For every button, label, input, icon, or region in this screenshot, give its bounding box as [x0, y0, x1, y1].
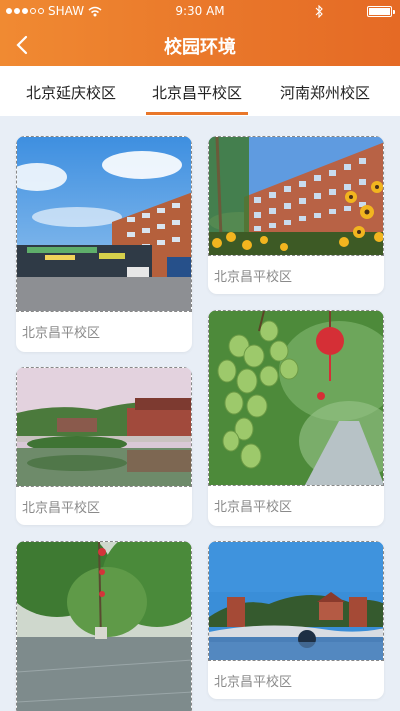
bluetooth-icon — [315, 5, 323, 18]
status-bar: SHAW 9:30 AM — [0, 0, 400, 22]
photo-card[interactable]: 北京昌平校区 — [208, 310, 384, 526]
campus-photo — [16, 367, 192, 487]
tab-yanqing[interactable]: 北京延庆校区 — [26, 82, 116, 103]
campus-photo — [16, 136, 192, 312]
battery-icon — [367, 6, 395, 17]
photo-card[interactable]: 北京昌平校区 — [208, 136, 384, 294]
campus-photo — [208, 310, 384, 486]
tab-changping[interactable]: 北京昌平校区 — [145, 82, 249, 115]
clock: 9:30 AM — [175, 4, 225, 18]
header: SHAW 9:30 AM 校园环境 — [0, 0, 400, 66]
photo-card[interactable]: 北京昌平校区 — [16, 367, 192, 525]
campus-photo — [16, 541, 192, 711]
photo-caption: 北京昌平校区 — [214, 675, 293, 690]
photo-caption: 北京昌平校区 — [22, 501, 101, 516]
photo-grid: 北京昌平校区 北京昌平校区 北京昌平校区 北京昌平校区 北京昌平校区 — [0, 116, 400, 711]
photo-card[interactable]: 北京昌平校区 — [16, 136, 192, 352]
campus-photo — [208, 541, 384, 661]
tab-zhengzhou[interactable]: 河南郑州校区 — [280, 82, 370, 103]
page-title: 校园环境 — [164, 37, 236, 58]
photo-caption: 北京昌平校区 — [214, 270, 293, 285]
campus-tabs: 北京延庆校区 北京昌平校区 河南郑州校区 — [0, 66, 400, 116]
campus-photo — [208, 136, 384, 256]
photo-card[interactable] — [16, 541, 192, 711]
photo-caption: 北京昌平校区 — [214, 500, 293, 515]
photo-card[interactable]: 北京昌平校区 — [208, 541, 384, 699]
photo-caption: 北京昌平校区 — [22, 326, 101, 341]
